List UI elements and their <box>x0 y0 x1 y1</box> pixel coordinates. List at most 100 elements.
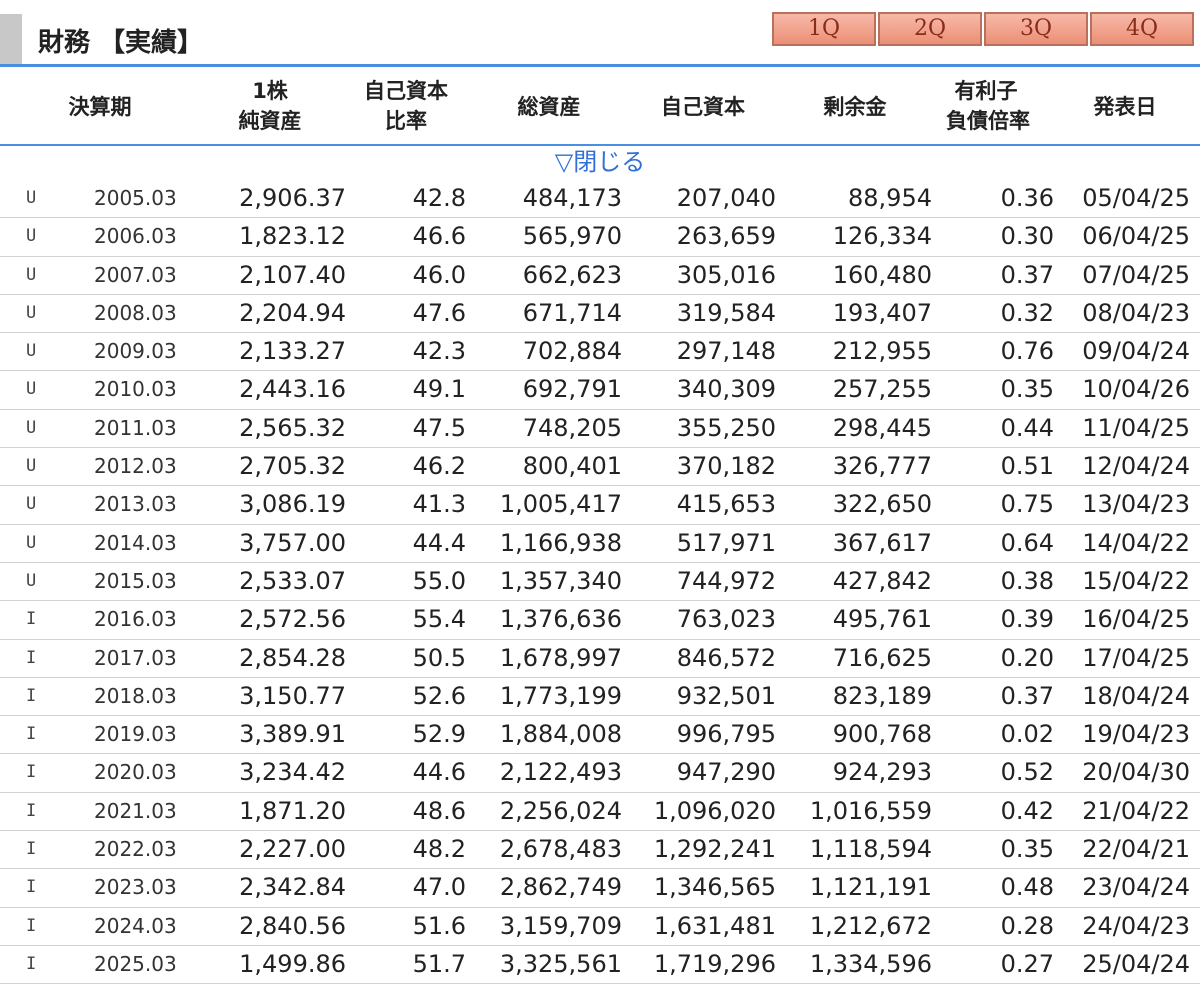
flag-cell: U <box>26 226 37 247</box>
close-toggle-link[interactable]: ▽閉じる <box>0 146 1200 178</box>
bvps-cell: 2,133.27 <box>239 337 346 366</box>
announce-date-cell: 21/04/22 <box>1082 796 1190 825</box>
table-row: I 2023.03 2,342.84 47.0 2,862,749 1,346,565 1,… <box>0 869 1200 908</box>
flag-cell: I <box>26 877 37 898</box>
equity-cell: 1,096,020 <box>653 796 776 825</box>
total-assets-cell: 1,357,340 <box>499 566 622 595</box>
debt-ratio-cell: 0.38 <box>1000 566 1054 595</box>
bvps-cell: 2,342.84 <box>239 873 346 902</box>
surplus-cell: 298,445 <box>832 413 932 442</box>
debt-ratio-cell: 0.76 <box>1000 337 1054 366</box>
total-assets-cell: 1,678,997 <box>499 643 622 672</box>
table-row: I 2020.03 3,234.42 44.6 2,122,493 947,290 924,… <box>0 754 1200 793</box>
table-row: I 2016.03 2,572.56 55.4 1,376,636 763,023 495,… <box>0 601 1200 640</box>
flag-cell: U <box>26 570 37 591</box>
bvps-cell: 2,533.07 <box>239 566 346 595</box>
announce-date-cell: 09/04/24 <box>1082 337 1190 366</box>
total-assets-cell: 2,678,483 <box>499 835 622 864</box>
bvps-cell: 2,840.56 <box>239 911 346 940</box>
total-assets-cell: 2,256,024 <box>499 796 622 825</box>
surplus-cell: 212,955 <box>832 337 932 366</box>
total-assets-cell: 3,325,561 <box>499 949 622 978</box>
period-cell: 2022.03 <box>94 837 177 862</box>
equity-cell: 1,631,481 <box>653 911 776 940</box>
period-cell: 2013.03 <box>94 492 177 517</box>
equity-cell: 207,040 <box>676 184 776 212</box>
flag-cell: I <box>26 839 37 860</box>
col-debt-ratio-line2: 負債倍率 <box>946 109 1030 133</box>
period-cell: 2010.03 <box>94 377 177 402</box>
flag-cell: I <box>26 762 37 783</box>
announce-date-cell: 17/04/25 <box>1082 643 1190 672</box>
period-cell: 2019.03 <box>94 722 177 747</box>
total-assets-cell: 1,773,199 <box>499 681 622 710</box>
debt-ratio-cell: 0.02 <box>1000 720 1054 749</box>
equity-ratio-cell: 49.1 <box>412 375 466 404</box>
surplus-cell: 326,777 <box>832 452 932 481</box>
tab-3q[interactable]: 3Q <box>984 12 1088 46</box>
equity-ratio-cell: 42.8 <box>412 184 466 212</box>
total-assets-cell: 1,166,938 <box>499 528 622 557</box>
announce-date-cell: 20/04/30 <box>1082 758 1190 787</box>
table-row: U 2013.03 3,086.19 41.3 1,005,417 415,653 322,… <box>0 486 1200 525</box>
quarter-tabs: 1Q 2Q 3Q 4Q <box>772 12 1194 46</box>
total-assets-cell: 1,884,008 <box>499 720 622 749</box>
total-assets-cell: 3,159,709 <box>499 911 622 940</box>
announce-date-cell: 05/04/25 <box>1082 184 1190 212</box>
header-divider <box>0 64 1200 67</box>
total-assets-cell: 800,401 <box>522 452 622 481</box>
announce-date-cell: 19/04/23 <box>1082 720 1190 749</box>
surplus-cell: 1,334,596 <box>809 949 932 978</box>
tab-2q[interactable]: 2Q <box>878 12 982 46</box>
bvps-cell: 3,757.00 <box>239 528 346 557</box>
table-row: U 2014.03 3,757.00 44.4 1,166,938 517,971 367,… <box>0 525 1200 563</box>
tab-1q[interactable]: 1Q <box>772 12 876 46</box>
total-assets-cell: 2,122,493 <box>499 758 622 787</box>
announce-date-cell: 08/04/23 <box>1082 298 1190 327</box>
equity-ratio-cell: 52.9 <box>412 720 466 749</box>
equity-cell: 517,971 <box>676 528 776 557</box>
period-cell: 2021.03 <box>94 798 177 823</box>
bvps-cell: 2,107.40 <box>239 260 346 289</box>
flag-cell: I <box>26 953 37 974</box>
debt-ratio-cell: 0.36 <box>1000 184 1054 212</box>
tab-4q[interactable]: 4Q <box>1090 12 1194 46</box>
equity-ratio-cell: 44.4 <box>412 528 466 557</box>
surplus-cell: 257,255 <box>832 375 932 404</box>
equity-cell: 846,572 <box>676 643 776 672</box>
bvps-cell: 3,389.91 <box>239 720 346 749</box>
flag-cell: U <box>26 456 37 477</box>
surplus-cell: 88,954 <box>848 184 932 212</box>
bvps-cell: 3,234.42 <box>239 758 346 787</box>
table-row: I 2017.03 2,854.28 50.5 1,678,997 846,572 716,… <box>0 640 1200 678</box>
surplus-cell: 823,189 <box>832 681 932 710</box>
debt-ratio-cell: 0.39 <box>1000 605 1054 634</box>
equity-cell: 1,719,296 <box>653 949 776 978</box>
flag-cell: U <box>26 341 37 362</box>
period-cell: 2015.03 <box>94 568 177 593</box>
total-assets-cell: 702,884 <box>522 337 622 366</box>
period-cell: 2007.03 <box>94 262 177 287</box>
total-assets-cell: 565,970 <box>522 222 622 251</box>
col-bvps-line2: 純資産 <box>238 109 302 133</box>
flag-cell: I <box>26 800 37 821</box>
table-header: 決算期 1株 純資産 自己資本 比率 総資産 自己資本 剰余金 有利子 負債倍率… <box>0 70 1200 144</box>
table-row: I 2021.03 1,871.20 48.6 2,256,024 1,096,020 1,… <box>0 793 1200 832</box>
col-period: 決算期 <box>68 95 132 119</box>
equity-cell: 263,659 <box>676 222 776 251</box>
bvps-cell: 3,150.77 <box>239 681 346 710</box>
bvps-cell: 2,443.16 <box>239 375 346 404</box>
announce-date-cell: 10/04/26 <box>1082 375 1190 404</box>
debt-ratio-cell: 0.37 <box>1000 681 1054 710</box>
bvps-cell: 2,227.00 <box>239 835 346 864</box>
equity-ratio-cell: 46.2 <box>412 452 466 481</box>
bvps-cell: 3,086.19 <box>239 490 346 519</box>
table-row: U 2010.03 2,443.16 49.1 692,791 340,309 257,25… <box>0 371 1200 410</box>
total-assets-cell: 692,791 <box>522 375 622 404</box>
surplus-cell: 900,768 <box>832 720 932 749</box>
flag-cell: I <box>26 915 37 936</box>
surplus-cell: 1,118,594 <box>809 835 932 864</box>
equity-ratio-cell: 51.6 <box>412 911 466 940</box>
surplus-cell: 1,016,559 <box>809 796 932 825</box>
announce-date-cell: 15/04/22 <box>1082 566 1190 595</box>
